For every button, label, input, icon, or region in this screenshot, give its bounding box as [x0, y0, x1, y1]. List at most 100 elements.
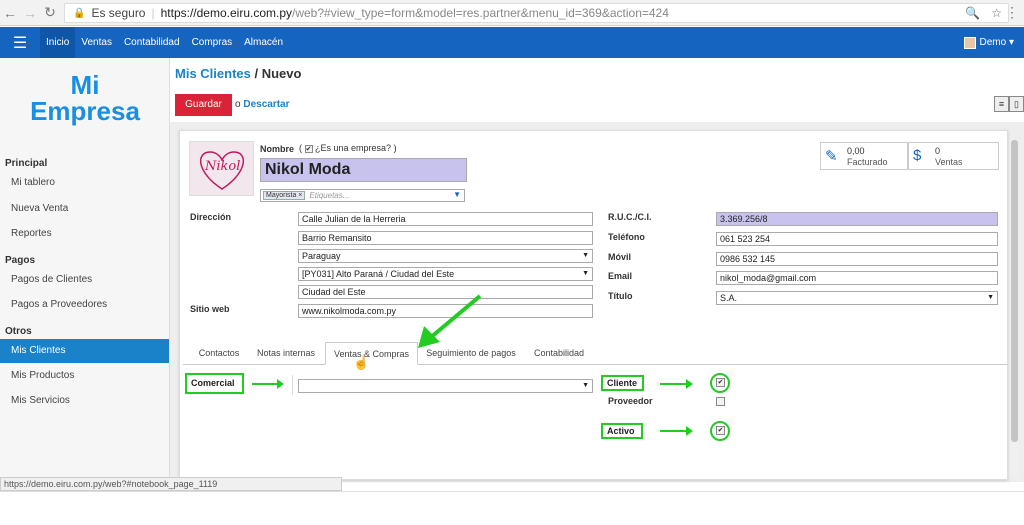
salesperson-label: Comercial [185, 373, 244, 394]
tab-contabilidad[interactable]: Contabilidad [528, 342, 590, 365]
tab-seguimiento-pagos[interactable]: Seguimiento de pagos [421, 342, 521, 365]
invoiced-value: 0,00 [847, 146, 865, 156]
email-field[interactable]: nikol_moda@gmail.com [716, 271, 998, 285]
state-value: [PY031] Alto Paraná / Ciudad del Este [302, 269, 455, 279]
nav-ventas[interactable]: Ventas [75, 27, 118, 58]
tags-input[interactable]: Mayorista × Etiquetas... ▼ [260, 189, 465, 202]
secure-label: Es seguro [91, 6, 146, 20]
supplier-checkbox[interactable] [716, 397, 725, 406]
view-switcher: ≡ ▯ [994, 96, 1024, 112]
active-checkbox[interactable]: ✔ [716, 426, 725, 435]
chevron-down-icon: ▼ [582, 270, 589, 277]
annotation-arrow-icon [660, 379, 693, 389]
avatar-text: Nikol [205, 159, 241, 174]
nav-inicio[interactable]: Inicio [40, 27, 76, 58]
edit-invoice-icon: ✎ [825, 148, 838, 165]
salesperson-select[interactable]: ▼ [298, 379, 593, 393]
tab-notas-internas[interactable]: Notas internas [252, 342, 320, 365]
stat-sales[interactable]: $ 0 Ventas [908, 142, 999, 170]
status-url-bar: https://demo.eiru.com.py/web?#notebook_p… [0, 477, 342, 491]
stat-invoiced[interactable]: ✎ 0,00 Facturado [820, 142, 908, 170]
address-bar[interactable]: 🔒 Es seguro | https://demo.eiru.com.py/w… [64, 3, 1009, 23]
phone-field[interactable]: 061 523 254 [716, 232, 998, 246]
nav-compras[interactable]: Compras [186, 27, 239, 58]
phone-label: Teléfono [608, 232, 645, 242]
annotation-arrow-icon [660, 426, 693, 436]
chevron-down-icon: ▼ [582, 382, 589, 389]
state-select[interactable]: [PY031] Alto Paraná / Ciudad del Este ▼ [298, 267, 593, 281]
tag-label: Mayorista [266, 192, 297, 199]
country-select[interactable]: Paraguay ▼ [298, 249, 593, 263]
section-principal: Principal [5, 158, 48, 169]
url-path: /web?#view_type=form&model=res.partner&m… [292, 6, 669, 20]
title-value: S.A. [720, 293, 738, 303]
tab-contactos[interactable]: Contactos [190, 342, 248, 365]
chevron-down-icon: ▼ [987, 294, 994, 301]
mouse-pointer-icon: ☝ [353, 355, 370, 370]
title-label: Título [608, 291, 633, 301]
tags-placeholder: Etiquetas... [309, 191, 350, 200]
invoiced-label: Facturado [847, 157, 888, 167]
street2-field[interactable]: Barrio Remansito [298, 231, 593, 245]
customer-checkbox[interactable]: ✔ [716, 378, 725, 387]
address-label: Dirección [190, 212, 232, 222]
zoom-icon[interactable]: 🔍 [965, 6, 980, 20]
hamburger-menu-icon[interactable]: ☰ [0, 33, 40, 53]
tab-ventas-compras[interactable]: Ventas & Compras [325, 342, 418, 365]
sidebar-item-mis-productos[interactable]: Mis Productos [0, 364, 169, 388]
breadcrumb: Mis Clientes / Nuevo [175, 66, 302, 81]
tag-remove-icon[interactable]: × [298, 192, 302, 199]
sidebar-item-reportes[interactable]: Reportes [0, 222, 169, 246]
forward-icon[interactable]: → [20, 5, 40, 21]
partner-avatar[interactable]: Nikol [189, 141, 254, 196]
form-view-icon[interactable]: ▯ [1009, 96, 1024, 112]
name-label: Nombre [260, 144, 295, 154]
supplier-label: Proveedor [608, 396, 653, 406]
reload-icon[interactable]: ↻ [40, 4, 60, 21]
list-view-icon[interactable]: ≡ [994, 96, 1009, 112]
is-company-checkbox[interactable]: ✔ [304, 144, 313, 153]
ruc-field[interactable]: 3.369.256/8 [716, 212, 998, 226]
sidebar-item-mis-servicios[interactable]: Mis Servicios [0, 389, 169, 413]
logo-line-1: Mi [70, 70, 100, 100]
user-menu[interactable]: Demo ▾ [963, 27, 1014, 58]
chevron-down-icon: ▼ [453, 190, 461, 199]
or-text: o [235, 99, 241, 110]
save-button[interactable]: Guardar [175, 94, 232, 116]
browser-menu-icon[interactable]: ⋮ [1002, 4, 1022, 21]
sidebar-item-mis-clientes[interactable]: Mis Clientes [0, 339, 169, 363]
street-field[interactable]: Calle Julian de la Herreria [298, 212, 593, 226]
sidebar-item-nueva-venta[interactable]: Nueva Venta [0, 197, 169, 221]
discard-button[interactable]: Descartar [243, 99, 289, 110]
user-name: Demo [979, 37, 1007, 48]
sidebar-item-pagos-proveedores[interactable]: Pagos a Proveedores [0, 293, 169, 317]
nav-almacen[interactable]: Almacén [238, 27, 289, 58]
breadcrumb-parent[interactable]: Mis Clientes [175, 66, 251, 81]
discard-group: o Descartar [235, 99, 290, 110]
email-label: Email [608, 271, 633, 281]
bookmark-star-icon[interactable]: ☆ [991, 6, 1002, 20]
omnibox-actions: 🔍 ☆ [957, 6, 1002, 20]
customer-label: Cliente [601, 375, 644, 391]
website-label: Sitio web [190, 304, 230, 314]
scrollbar[interactable] [1010, 140, 1019, 475]
omnibox-separator: | [151, 6, 155, 20]
is-company-group: ( ✔ ¿Es una empresa? ) [299, 143, 397, 153]
tag-chip: Mayorista × [263, 191, 306, 200]
section-otros: Otros [5, 326, 32, 337]
mobile-field[interactable]: 0986 532 145 [716, 252, 998, 266]
scrollbar-thumb[interactable] [1011, 140, 1018, 442]
company-name-input[interactable]: Nikol Moda [260, 158, 467, 182]
nav-contabilidad[interactable]: Contabilidad [118, 27, 186, 58]
sidebar-item-pagos-clientes[interactable]: Pagos de Clientes [0, 268, 169, 292]
breadcrumb-current: Nuevo [261, 66, 302, 81]
sales-value: 0 [935, 146, 941, 156]
section-pagos: Pagos [5, 255, 36, 266]
ruc-label: R.U.C./C.I. [608, 212, 652, 222]
sales-icon: $ [913, 147, 922, 164]
title-select[interactable]: S.A. ▼ [716, 291, 998, 305]
column-divider [292, 375, 293, 395]
sidebar-item-mi-tablero[interactable]: Mi tablero [0, 171, 169, 195]
page-footer [0, 491, 1024, 525]
back-icon[interactable]: ← [0, 5, 20, 21]
